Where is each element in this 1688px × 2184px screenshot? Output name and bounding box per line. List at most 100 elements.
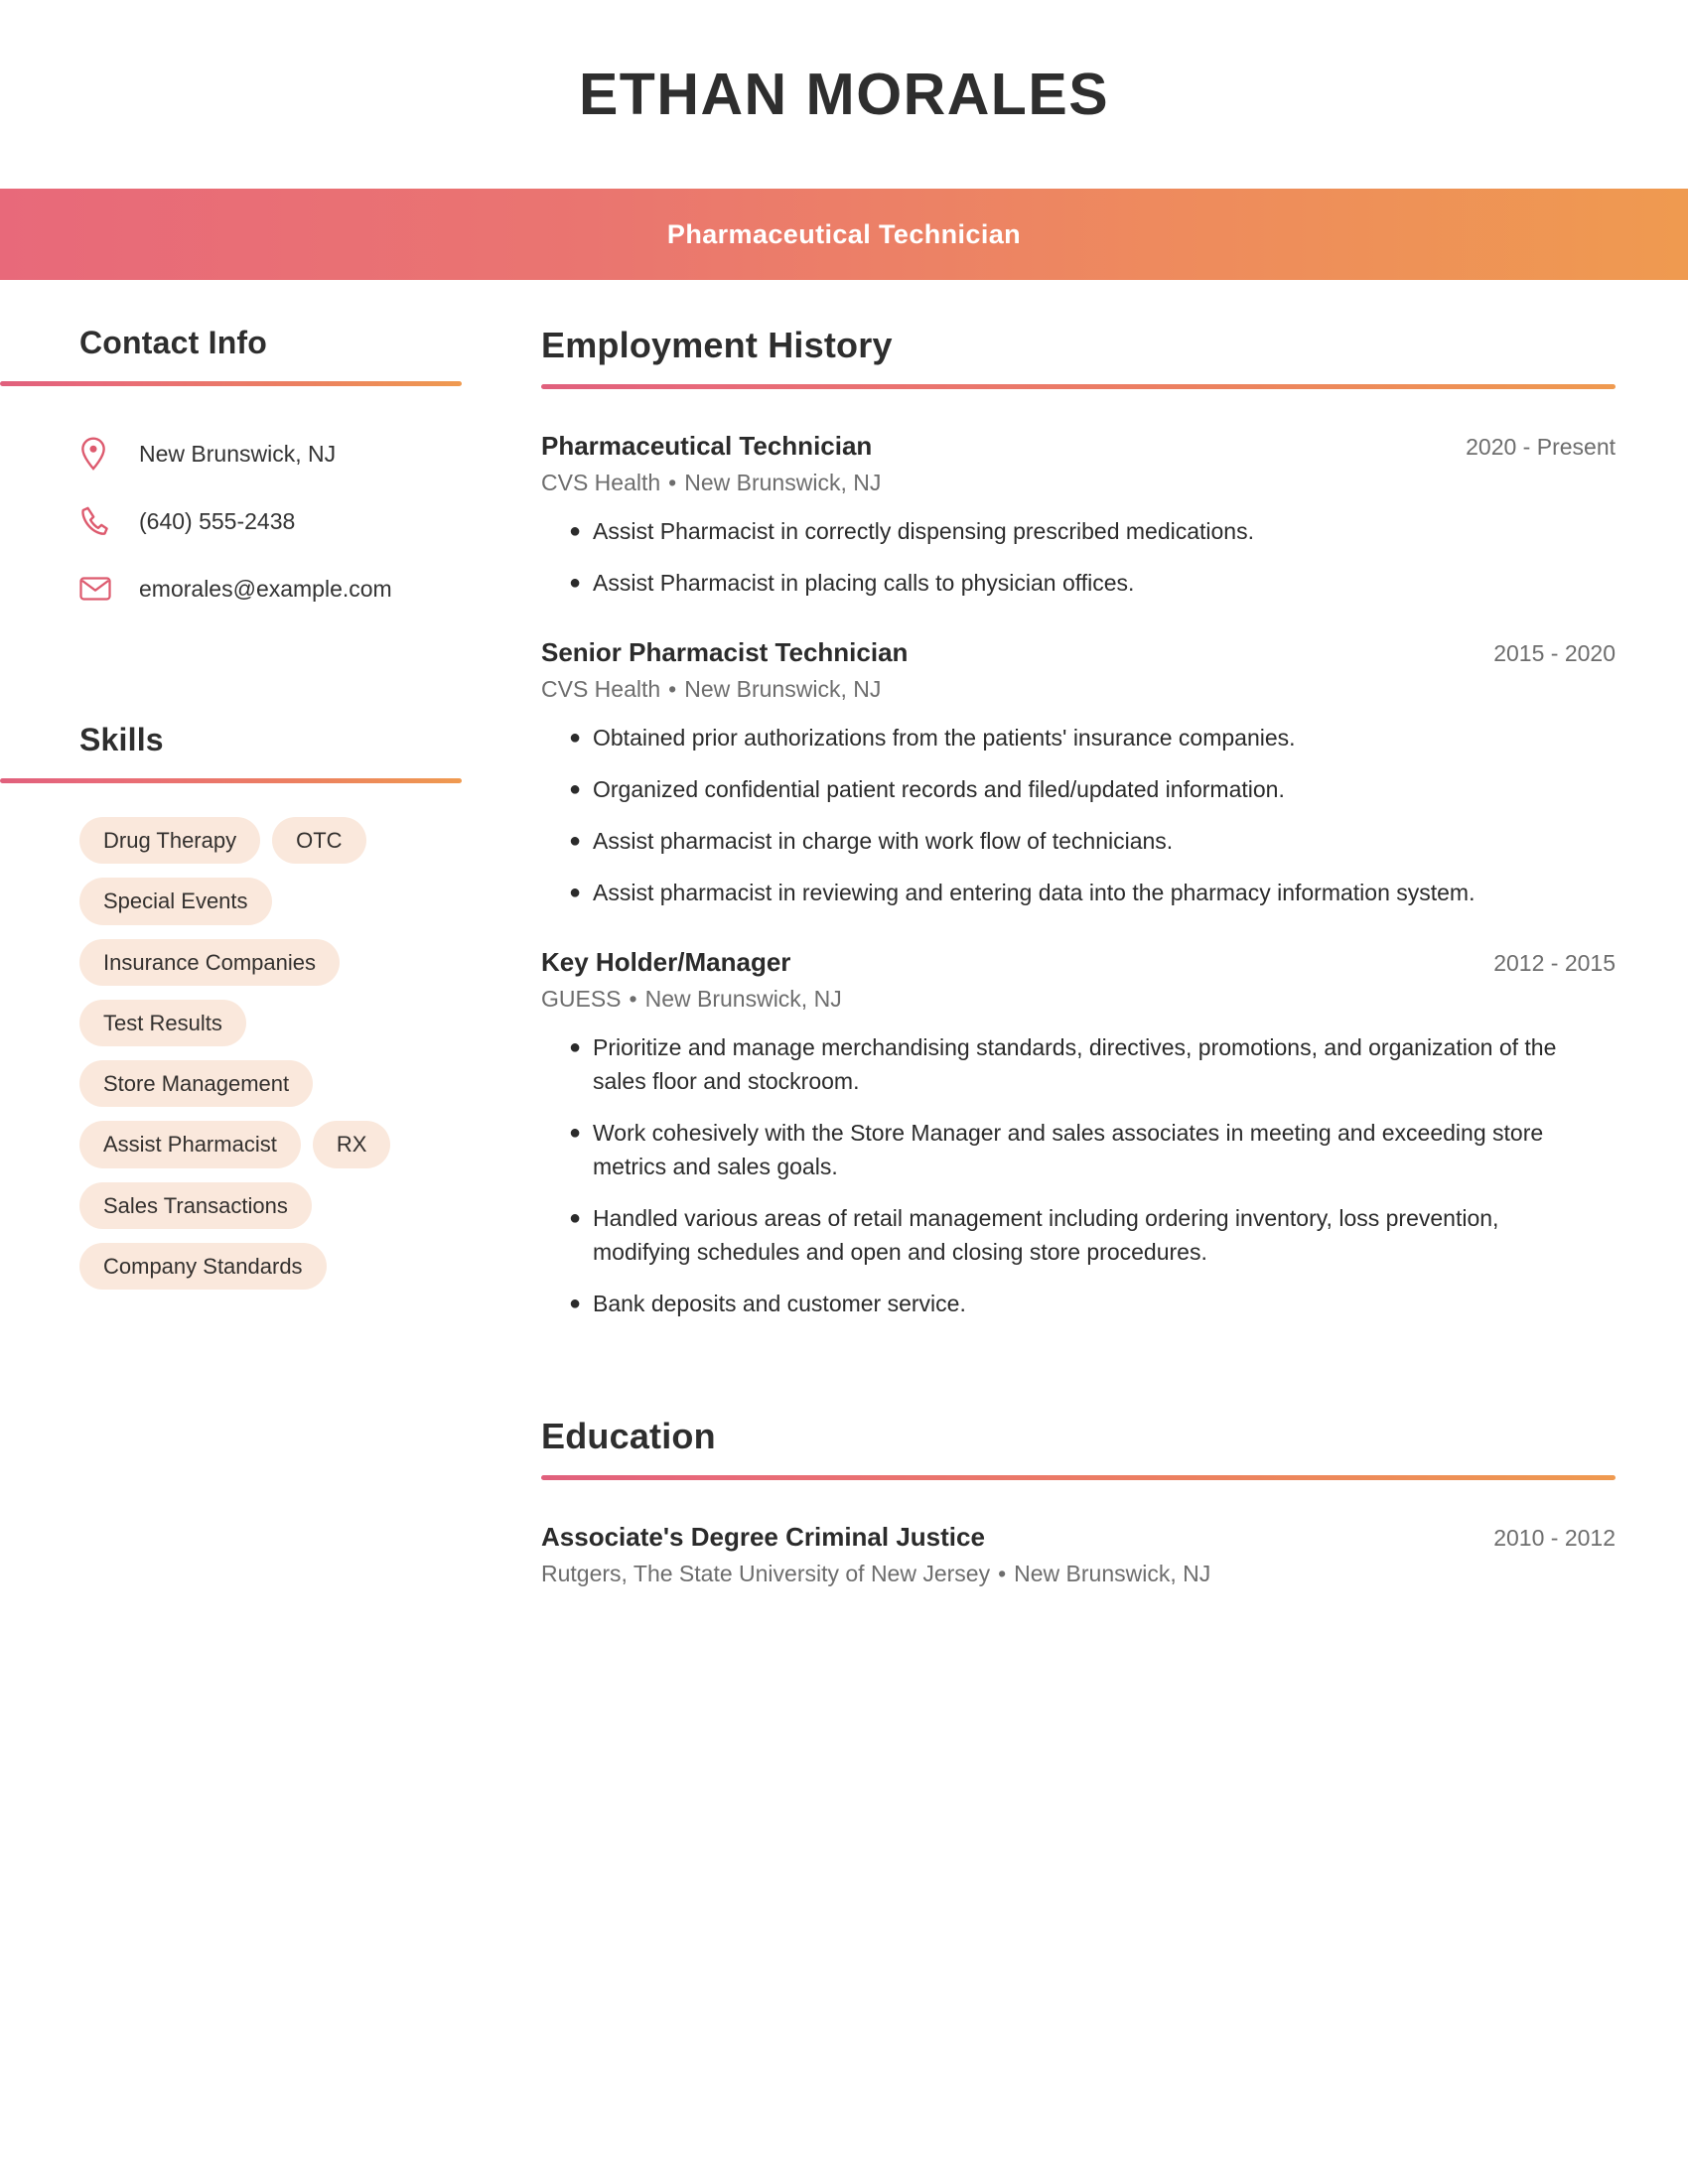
bullet-text: Assist pharmacist in reviewing and enter…	[593, 880, 1476, 905]
entry-header: Pharmaceutical Technician 2020 - Present	[541, 431, 1616, 462]
entry-role: Pharmaceutical Technician	[541, 431, 873, 461]
bullet-text: Handled various areas of retail manageme…	[593, 1205, 1499, 1265]
skill-tag[interactable]: Drug Therapy	[79, 817, 261, 865]
skill-tag[interactable]: Sales Transactions	[79, 1181, 312, 1230]
envelope-icon	[79, 576, 119, 602]
bullet-dot-icon: ●	[569, 727, 582, 749]
bullet-text: Assist Pharmacist in placing calls to ph…	[593, 570, 1135, 596]
bullet-dot-icon: ●	[569, 1036, 582, 1058]
degree-title: Associate's Degree Criminal Justice	[541, 1522, 985, 1552]
bullet-dot-icon: ●	[569, 572, 582, 594]
employment-section: Employment History Pharmaceutical Techni…	[541, 325, 1616, 1320]
bullet-item: ● Work cohesively with the Store Manager…	[541, 1116, 1616, 1183]
location-pin-icon	[79, 437, 119, 471]
entry-date: 2012 - 2015	[1493, 950, 1616, 976]
bullet-item: ● Obtained prior authorizations from the…	[541, 721, 1616, 754]
skills-divider	[0, 778, 462, 783]
contact-divider	[0, 381, 462, 386]
bullet-item: ● Organized confidential patient records…	[541, 772, 1616, 806]
contact-heading: Contact Info	[79, 325, 268, 360]
contact-section: Contact Info New Brunswick, NJ (640) 555…	[0, 325, 496, 622]
bullet-item: ● Assist pharmacist in reviewing and ent…	[541, 876, 1616, 909]
entry-bullets: ● Assist Pharmacist in correctly dispens…	[541, 514, 1616, 600]
bullet-item: ● Prioritize and manage merchandising st…	[541, 1030, 1616, 1098]
bullet-text: Organized confidential patient records a…	[593, 776, 1285, 802]
separator-bullet: •	[629, 986, 637, 1012]
skills-section: Skills Drug Therapy OTC Special Events I…	[0, 722, 496, 1291]
employment-divider	[541, 384, 1616, 389]
employment-entry: Key Holder/Manager 2012 - 2015 GUESS • New…	[541, 947, 1616, 1320]
contact-email-text: emorales@example.com	[139, 575, 392, 602]
bullet-dot-icon: ●	[569, 882, 582, 903]
resume-body: Contact Info New Brunswick, NJ (640) 555…	[0, 280, 1688, 1587]
bullet-text: Assist Pharmacist in correctly dispensin…	[593, 518, 1254, 544]
skill-tag[interactable]: Assist Pharmacist	[79, 1121, 301, 1168]
contact-location-text: New Brunswick, NJ	[139, 440, 337, 467]
employment-entry: Senior Pharmacist Technician 2015 - 2020…	[541, 637, 1616, 909]
entry-location: New Brunswick, NJ	[644, 986, 842, 1012]
employment-heading: Employment History	[541, 325, 893, 365]
skill-tag-list: Drug Therapy OTC Special Events Insuranc…	[0, 817, 417, 1291]
bullet-text: Work cohesively with the Store Manager a…	[593, 1120, 1544, 1179]
contact-phone-text: (640) 555-2438	[139, 507, 296, 534]
sidebar: Contact Info New Brunswick, NJ (640) 555…	[0, 325, 496, 1291]
skill-tag[interactable]: Company Standards	[79, 1243, 327, 1291]
job-title-band: Pharmaceutical Technician	[0, 189, 1688, 280]
bullet-dot-icon: ●	[569, 1122, 582, 1144]
employment-entry: Pharmaceutical Technician 2020 - Present…	[541, 431, 1616, 600]
bullet-text: Bank deposits and customer service.	[593, 1291, 966, 1316]
entry-header: Key Holder/Manager 2012 - 2015	[541, 947, 1616, 978]
entry-header: Associate's Degree Criminal Justice 2010…	[541, 1522, 1616, 1553]
entry-location: New Brunswick, NJ	[684, 470, 882, 495]
bullet-item: ● Assist pharmacist in charge with work …	[541, 824, 1616, 858]
entry-subtitle: GUESS • New Brunswick, NJ	[541, 986, 1616, 1013]
entry-subtitle: Rutgers, The State University of New Jer…	[541, 1561, 1616, 1587]
entry-date: 2015 - 2020	[1493, 640, 1616, 666]
entry-company: GUESS	[541, 986, 622, 1012]
skill-tag[interactable]: Store Management	[79, 1060, 314, 1108]
entry-bullets: ● Prioritize and manage merchandising st…	[541, 1030, 1616, 1320]
bullet-item: ● Handled various areas of retail manage…	[541, 1201, 1616, 1269]
bullet-item: ● Assist Pharmacist in placing calls to …	[541, 566, 1616, 600]
education-entry: Associate's Degree Criminal Justice 2010…	[541, 1522, 1616, 1587]
bullet-text: Prioritize and manage merchandising stan…	[593, 1034, 1557, 1094]
entry-date: 2010 - 2012	[1493, 1525, 1616, 1551]
entry-company: CVS Health	[541, 470, 661, 495]
header-name-area: ETHAN MORALES	[0, 0, 1688, 189]
education-section: Education Associate's Degree Criminal Ju…	[541, 1416, 1616, 1587]
entry-subtitle: CVS Health • New Brunswick, NJ	[541, 676, 1616, 703]
bullet-item: ● Bank deposits and customer service.	[541, 1287, 1616, 1320]
entry-date: 2020 - Present	[1466, 434, 1616, 460]
entry-location: New Brunswick, NJ	[1014, 1561, 1211, 1586]
bullet-dot-icon: ●	[569, 520, 582, 542]
skills-heading: Skills	[79, 722, 164, 757]
bullet-dot-icon: ●	[569, 778, 582, 800]
page-title: ETHAN MORALES	[578, 62, 1110, 127]
separator-bullet: •	[668, 676, 677, 702]
entry-company: CVS Health	[541, 676, 661, 702]
bullet-text: Obtained prior authorizations from the p…	[593, 725, 1296, 751]
skill-tag[interactable]: RX	[312, 1121, 391, 1168]
bullet-text: Assist pharmacist in charge with work fl…	[593, 828, 1174, 854]
skill-tag[interactable]: OTC	[272, 817, 366, 865]
main-content: Employment History Pharmaceutical Techni…	[496, 325, 1688, 1587]
contact-list: New Brunswick, NJ (640) 555-2438 emorale…	[0, 420, 496, 622]
skill-tag[interactable]: Test Results	[79, 999, 246, 1047]
separator-bullet: •	[998, 1561, 1007, 1586]
separator-bullet: •	[668, 470, 677, 495]
entry-bullets: ● Obtained prior authorizations from the…	[541, 721, 1616, 909]
contact-item-email[interactable]: emorales@example.com	[79, 555, 496, 622]
bullet-dot-icon: ●	[569, 1207, 582, 1229]
entry-header: Senior Pharmacist Technician 2015 - 2020	[541, 637, 1616, 668]
entry-role: Senior Pharmacist Technician	[541, 637, 909, 667]
skill-tag[interactable]: Special Events	[79, 878, 272, 925]
entry-role: Key Holder/Manager	[541, 947, 791, 977]
contact-item-location[interactable]: New Brunswick, NJ	[79, 420, 496, 487]
skill-tag[interactable]: Insurance Companies	[79, 938, 341, 986]
entry-subtitle: CVS Health • New Brunswick, NJ	[541, 470, 1616, 496]
job-title: Pharmaceutical Technician	[666, 218, 1022, 249]
contact-item-phone[interactable]: (640) 555-2438	[79, 487, 496, 555]
bullet-dot-icon: ●	[569, 830, 582, 852]
school-name: Rutgers, The State University of New Jer…	[541, 1561, 991, 1586]
bullet-item: ● Assist Pharmacist in correctly dispens…	[541, 514, 1616, 548]
